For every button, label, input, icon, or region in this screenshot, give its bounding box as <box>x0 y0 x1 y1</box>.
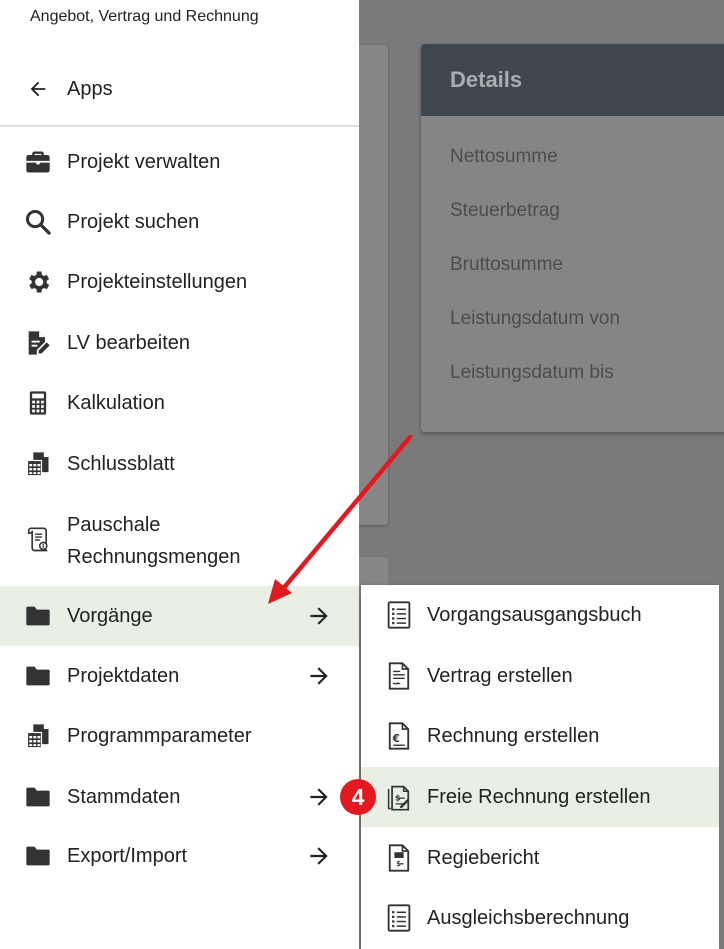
folder-icon <box>26 846 50 866</box>
arrow-left-icon <box>30 81 46 97</box>
submenu-item-label: Ausgleichsberechnung <box>427 907 630 929</box>
menu-item-label: LV bearbeiten <box>67 332 191 354</box>
arrow-right-icon <box>310 788 328 806</box>
details-field-label: Leistungsdatum von <box>450 308 621 329</box>
menu-item-projekteinstellungen[interactable]: Projekteinstellungen <box>0 252 359 312</box>
contract-icon <box>388 662 410 690</box>
details-field-label: Nettosumme <box>450 146 558 167</box>
submenu-item-label: Rechnung erstellen <box>427 725 600 747</box>
free-invoice-icon: $ <box>387 785 410 811</box>
list-document-icon <box>387 601 411 629</box>
invoice-euro-icon: € <box>388 722 410 750</box>
menu-item-projekt-suchen[interactable]: Projekt suchen <box>0 192 359 252</box>
briefcase-icon <box>26 151 50 173</box>
menu-item-export-import[interactable]: Export/Import <box>0 826 359 886</box>
submenu-item-label: Vertrag erstellen <box>427 665 573 687</box>
search-icon <box>25 209 51 235</box>
calculator-icon <box>29 391 47 415</box>
details-field-label: Steuerbetrag <box>450 200 560 221</box>
apps-back-button[interactable]: Apps <box>0 64 359 116</box>
apps-label: Apps <box>67 78 113 100</box>
step-number-badge: 4 <box>340 779 376 815</box>
document-edit-icon <box>28 331 50 355</box>
arrow-right-icon <box>310 667 328 685</box>
submenu-item-vertrag-erstellen[interactable]: Vertrag erstellen <box>361 646 719 706</box>
submenu-item-rechnung-erstellen[interactable]: € Rechnung erstellen <box>361 706 719 766</box>
menu-item-label: Schlussblatt <box>67 453 175 475</box>
spreadsheet-icon <box>26 724 49 749</box>
scroll-receipt-icon <box>27 527 48 552</box>
submenu-item-label: Freie Rechnung erstellen <box>427 786 651 808</box>
menu-item-programmparameter[interactable]: Programmparameter <box>0 706 359 766</box>
details-title: Details <box>421 44 724 116</box>
details-card: Details Nettosumme Steuerbetrag Bruttosu… <box>421 44 724 432</box>
folder-icon <box>26 606 50 626</box>
folder-icon <box>26 787 50 807</box>
menu-item-label-line2: Rechnungsmengen <box>67 546 241 568</box>
menu-item-kalkulation[interactable]: Kalkulation <box>0 373 359 433</box>
menu-item-vorgaenge[interactable]: Vorgänge <box>0 586 359 646</box>
folder-icon <box>26 666 50 686</box>
submenu-item-label: Vorgangsausgangsbuch <box>427 604 642 626</box>
submenu-item-ausgleichsberechnung[interactable]: Ausgleichsberechnung <box>361 888 719 948</box>
menu-item-label-line1: Pauschale <box>67 514 161 536</box>
details-field-label: Bruttosumme <box>450 254 563 275</box>
submenu-item-regiebericht[interactable]: $ Regiebericht <box>361 828 719 888</box>
menu-item-lv-bearbeiten[interactable]: LV bearbeiten <box>0 313 359 373</box>
spreadsheet-icon <box>26 452 49 477</box>
menu-item-schlussblatt[interactable]: Schlussblatt <box>0 434 359 494</box>
submenu-item-vorgangsausgangsbuch[interactable]: Vorgangsausgangsbuch <box>361 585 719 645</box>
divider <box>0 125 359 127</box>
menu-item-stammdaten[interactable]: Stammdaten <box>0 767 359 827</box>
menu-item-label: Programmparameter <box>67 725 252 747</box>
details-field-label: Leistungsdatum bis <box>450 362 614 383</box>
submenu-item-label: Regiebericht <box>427 847 540 869</box>
menu-item-projektdaten[interactable]: Projektdaten <box>0 646 359 706</box>
list-document-icon <box>387 904 411 932</box>
menu-item-pauschale-rechnungsmengen[interactable]: Pauschale Rechnungsmengen <box>0 500 359 584</box>
navigation-drawer: Angebot, Vertrag und Rechnung Apps Proje… <box>0 0 359 949</box>
menu-item-label: Kalkulation <box>67 392 165 414</box>
menu-item-label: Vorgänge <box>67 605 153 627</box>
menu-item-label: Projektdaten <box>67 665 180 687</box>
submenu-vorgaenge: Vorgangsausgangsbuch Vertrag erstellen €… <box>361 585 719 949</box>
menu-item-label: Projekt verwalten <box>67 151 221 173</box>
menu-item-label: Projekt suchen <box>67 211 200 233</box>
menu-item-label: Stammdaten <box>67 786 181 808</box>
menu-item-label: Export/Import <box>67 845 188 867</box>
submenu-item-freie-rechnung-erstellen[interactable]: $ Freie Rechnung erstellen <box>361 767 719 827</box>
menu-item-projekt-verwalten[interactable]: Projekt verwalten <box>0 132 359 192</box>
svg-text:€: € <box>392 733 400 745</box>
menu-item-label: Projekteinstellungen <box>67 271 248 293</box>
gear-icon <box>29 271 50 293</box>
arrow-right-icon <box>310 607 328 625</box>
arrow-right-icon <box>310 847 328 865</box>
drawer-title: Angebot, Vertrag und Rechnung <box>30 8 259 25</box>
report-icon: $ <box>388 844 410 872</box>
